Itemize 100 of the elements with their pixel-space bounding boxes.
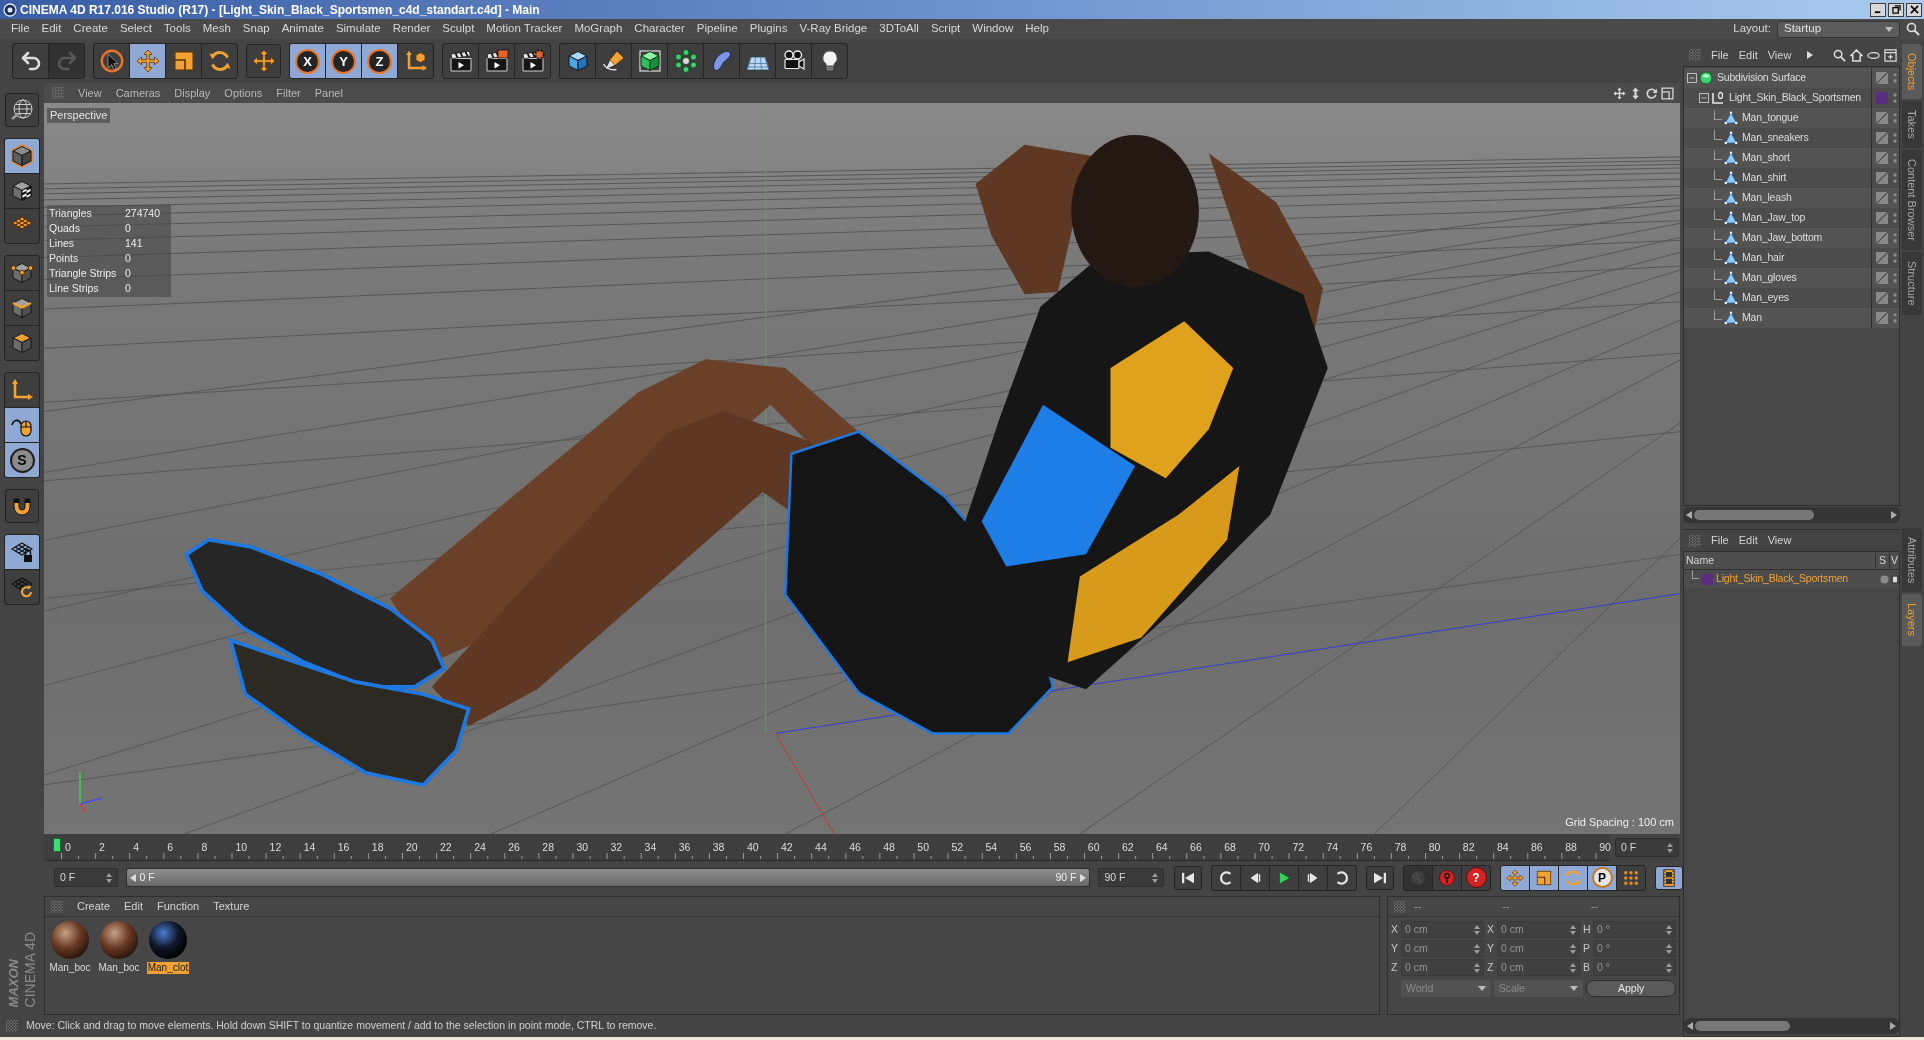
- object-row[interactable]: Man_short: [1684, 148, 1899, 168]
- material-name[interactable]: Man_boc: [97, 962, 141, 974]
- close-button[interactable]: [1906, 2, 1922, 17]
- side-tab[interactable]: Content Browser: [1902, 150, 1922, 250]
- cube-object-button[interactable]: [560, 44, 595, 78]
- viewport-menu-item[interactable]: Cameras: [115, 84, 161, 102]
- search-icon[interactable]: [1906, 22, 1920, 36]
- menu-item[interactable]: MoGraph: [574, 20, 623, 38]
- scrollbar-thumb[interactable]: [1694, 510, 1814, 520]
- frame-field[interactable]: 0 F: [1615, 838, 1679, 857]
- menu-item[interactable]: Mesh: [202, 20, 231, 38]
- go-to-start-button[interactable]: [1174, 865, 1202, 890]
- apply-button[interactable]: Apply: [1586, 980, 1676, 997]
- render-to-picture-viewer-button[interactable]: [479, 44, 514, 78]
- two-dots-icon[interactable]: [1893, 312, 1897, 324]
- object-row[interactable]: Man: [1684, 308, 1899, 328]
- horizontal-scrollbar[interactable]: [1684, 1018, 1899, 1034]
- axis-lock-button[interactable]: Y: [326, 44, 361, 78]
- menu-item[interactable]: Select: [119, 20, 152, 38]
- material-name[interactable]: Man_boc: [48, 962, 92, 974]
- edges-mode-button[interactable]: [5, 291, 39, 325]
- tweak-mode-button[interactable]: [5, 408, 39, 442]
- timeline-ruler[interactable]: 0 2 4 6 8 10 12 14 16 18 20 22 24 26 28 30 32 34 36 38 40 42 44 46 48 50 52 54 56 58 60 62 64 66 68 70 72 74 76 78 80 82 84 86 88 90: [44, 834, 1610, 861]
- rotate-button[interactable]: [1559, 865, 1587, 890]
- menu-item[interactable]: Window: [972, 20, 1014, 38]
- frame-range-slider[interactable]: 0 F 90 F: [125, 868, 1091, 887]
- rotate-button[interactable]: [202, 44, 237, 78]
- object-row[interactable]: Man_leash: [1684, 188, 1899, 208]
- go-to-end-button[interactable]: [1366, 865, 1394, 890]
- object-row[interactable]: Man_gloves: [1684, 268, 1899, 288]
- camera-button[interactable]: [776, 44, 811, 78]
- autokeying-button[interactable]: ?: [1462, 865, 1490, 890]
- point-level-animation-button[interactable]: [1617, 865, 1645, 890]
- two-dots-icon[interactable]: [1893, 112, 1897, 124]
- scale-button[interactable]: [1530, 865, 1558, 890]
- menu-item[interactable]: Pipeline: [696, 20, 738, 38]
- side-tab[interactable]: Takes: [1902, 101, 1922, 149]
- menu-item[interactable]: Motion Tracker: [486, 20, 563, 38]
- make-editable-button[interactable]: [5, 93, 39, 127]
- collapse-icon[interactable]: [1687, 73, 1697, 83]
- menu-item[interactable]: Plugins: [749, 20, 788, 38]
- material-menu-item[interactable]: Create: [77, 898, 111, 915]
- coordinate-field[interactable]: 0 °: [1593, 940, 1676, 957]
- previous-frame-button[interactable]: [1241, 865, 1269, 890]
- pan-view-icon[interactable]: [1613, 86, 1626, 100]
- material-menu-item[interactable]: Function: [157, 898, 200, 915]
- manager-menu-item[interactable]: Edit: [1738, 532, 1758, 549]
- axis-mode-button[interactable]: [5, 373, 39, 407]
- floor-button[interactable]: [740, 44, 775, 78]
- position-key-button[interactable]: [1501, 865, 1529, 890]
- menu-item[interactable]: Animate: [281, 20, 324, 38]
- manager-menu-item[interactable]: File: [1711, 532, 1729, 549]
- viewport-menu-item[interactable]: Display: [174, 84, 211, 102]
- viewport-menu-item[interactable]: View: [78, 84, 102, 102]
- cloner-button[interactable]: [668, 44, 703, 78]
- solo-button[interactable]: S: [5, 443, 39, 477]
- menu-item[interactable]: Edit: [41, 20, 62, 38]
- frame-field[interactable]: 0 F: [54, 868, 118, 887]
- menu-item[interactable]: Help: [1025, 20, 1049, 38]
- render-view-button[interactable]: [443, 44, 478, 78]
- viewport-menu-item[interactable]: Options: [224, 84, 263, 102]
- menu-item[interactable]: Script: [930, 20, 961, 38]
- two-dots-icon[interactable]: [1893, 252, 1897, 264]
- move-button[interactable]: [130, 44, 165, 78]
- triangle-right-icon[interactable]: [1807, 51, 1814, 59]
- two-dots-icon[interactable]: [1893, 152, 1897, 164]
- light-button[interactable]: [812, 44, 847, 78]
- menu-item[interactable]: Snap: [242, 20, 270, 38]
- two-dots-icon[interactable]: [1893, 192, 1897, 204]
- next-frame-button[interactable]: [1299, 865, 1327, 890]
- layout-dropdown[interactable]: Startup: [1777, 20, 1900, 38]
- coordinate-field[interactable]: 0 °: [1593, 921, 1676, 938]
- menu-item[interactable]: Render: [392, 20, 431, 38]
- planar-workplane-button[interactable]: [5, 570, 39, 604]
- home-icon[interactable]: [1850, 48, 1863, 62]
- coordinate-field[interactable]: 0 cm: [1497, 959, 1580, 976]
- object-row[interactable]: Man_shirt: [1684, 168, 1899, 188]
- object-row[interactable]: Light_Skin_Black_Sportsmen: [1684, 88, 1899, 108]
- orbit-view-icon[interactable]: [1645, 86, 1658, 100]
- side-tab[interactable]: Attributes: [1902, 528, 1922, 593]
- menu-item[interactable]: 3DToAll: [879, 20, 919, 38]
- two-dots-icon[interactable]: [1893, 212, 1897, 224]
- play-button[interactable]: [1270, 865, 1298, 890]
- side-tab[interactable]: Layers: [1902, 594, 1922, 646]
- model-mode-button[interactable]: [5, 139, 39, 173]
- manager-menu-item[interactable]: View: [1767, 46, 1792, 64]
- two-dots-icon[interactable]: [1893, 72, 1897, 84]
- side-tab[interactable]: Objects: [1902, 44, 1922, 100]
- material-menu-item[interactable]: Edit: [124, 898, 143, 915]
- two-dots-icon[interactable]: [1893, 132, 1897, 144]
- undo-button[interactable]: [13, 44, 48, 78]
- manager-menu-item[interactable]: File: [1711, 46, 1729, 64]
- manager-menu-item[interactable]: View: [1767, 532, 1792, 549]
- axis-lock-button[interactable]: Z: [362, 44, 397, 78]
- two-dots-icon[interactable]: [1893, 92, 1897, 104]
- deformer-button[interactable]: [704, 44, 739, 78]
- object-row[interactable]: Man_eyes: [1684, 288, 1899, 308]
- render-settings-button[interactable]: [515, 44, 550, 78]
- subdivision-surface-button[interactable]: [632, 44, 667, 78]
- scale-button[interactable]: [166, 44, 201, 78]
